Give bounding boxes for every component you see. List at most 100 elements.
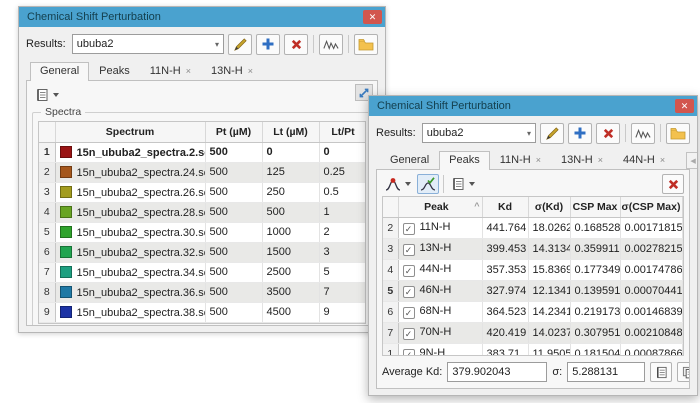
kd-cell[interactable]: 441.764: [482, 217, 528, 238]
csp-max-cell[interactable]: 0.168528: [570, 217, 620, 238]
row-header[interactable]: 2: [39, 162, 55, 182]
ltpt-cell[interactable]: 1: [319, 202, 366, 222]
sigma-csp-max-cell[interactable]: 0.00146839: [620, 301, 682, 322]
pt-cell[interactable]: 500: [205, 202, 262, 222]
col-peak[interactable]: Peak^: [398, 197, 482, 217]
sigma-kd-cell[interactable]: 14.0237: [528, 322, 570, 343]
sigma-kd-cell[interactable]: 14.3134: [528, 238, 570, 259]
table-row[interactable]: 7 15n_ububa2_spectra.34.ser 500 2500 5: [39, 262, 366, 282]
lt-cell[interactable]: 4500: [262, 302, 319, 322]
pt-cell[interactable]: 500: [205, 242, 262, 262]
table-row[interactable]: 7 ✓70N-H 420.419 14.0237 0.307951 0.0021…: [383, 322, 683, 343]
col-pt[interactable]: Pt (µM): [205, 122, 262, 142]
tab-close-icon[interactable]: ×: [536, 155, 541, 165]
ltpt-cell[interactable]: 2: [319, 222, 366, 242]
sigma-kd-cell[interactable]: 11.9505: [528, 343, 570, 356]
peak-checkbox[interactable]: ✓: [403, 244, 415, 256]
pt-cell[interactable]: 500: [205, 262, 262, 282]
tab-close-icon[interactable]: ×: [598, 155, 603, 165]
ltpt-cell[interactable]: 0.25: [319, 162, 366, 182]
col-spectrum[interactable]: Spectrum: [55, 122, 205, 142]
table-row[interactable]: 6 ✓68N-H 364.523 14.2341 0.219173 0.0014…: [383, 301, 683, 322]
peak-checkbox[interactable]: ✓: [403, 286, 415, 298]
table-row[interactable]: 4 15n_ububa2_spectra.28.ser 500 500 1: [39, 202, 366, 222]
peak-checkbox[interactable]: ✓: [403, 265, 415, 277]
row-header[interactable]: 7: [383, 322, 398, 343]
average-kd-field[interactable]: [447, 362, 547, 382]
kd-cell[interactable]: 357.353: [482, 259, 528, 280]
titlebar[interactable]: Chemical Shift Perturbation ✕: [369, 96, 697, 116]
csp-max-cell[interactable]: 0.359911: [570, 238, 620, 259]
peak-checkbox[interactable]: ✓: [403, 349, 415, 357]
pt-cell[interactable]: 500: [205, 182, 262, 202]
show-spectra-button[interactable]: [631, 123, 655, 144]
add-results-button[interactable]: [256, 34, 280, 55]
ltpt-cell[interactable]: 3: [319, 242, 366, 262]
col-csp-max[interactable]: CSP Max: [570, 197, 620, 217]
csp-max-cell[interactable]: 0.181504: [570, 343, 620, 356]
lt-cell[interactable]: 1000: [262, 222, 319, 242]
ltpt-cell[interactable]: 7: [319, 282, 366, 302]
delete-results-button[interactable]: [284, 34, 308, 55]
table-row[interactable]: 2 15n_ububa2_spectra.24.ser 500 125 0.25: [39, 162, 366, 182]
tab-46n-h[interactable]: 46N: [675, 151, 686, 169]
row-header[interactable]: 3: [383, 238, 398, 259]
export-list-button[interactable]: [650, 362, 672, 382]
tab-11n-h[interactable]: 11N-H ×: [140, 62, 201, 80]
copy-table-button[interactable]: [677, 362, 690, 382]
lt-cell[interactable]: 250: [262, 182, 319, 202]
sigma-kd-cell[interactable]: 18.0262: [528, 217, 570, 238]
show-spectra-button[interactable]: [319, 34, 343, 55]
tab-general[interactable]: General: [30, 62, 89, 81]
table-row[interactable]: 6 15n_ububa2_spectra.32.ser 500 1500 3: [39, 242, 366, 262]
pt-cell[interactable]: 500: [205, 302, 262, 322]
kd-cell[interactable]: 383.71: [482, 343, 528, 356]
row-header[interactable]: 7: [39, 262, 55, 282]
lt-cell[interactable]: 3500: [262, 282, 319, 302]
tab-close-icon[interactable]: ×: [186, 66, 191, 76]
csp-max-cell[interactable]: 0.139591: [570, 280, 620, 301]
tab-13n-h[interactable]: 13N-H ×: [201, 62, 263, 80]
sigma-csp-max-cell[interactable]: 0.00278215: [620, 238, 682, 259]
fit-peaks-button[interactable]: [417, 174, 439, 194]
ltpt-cell[interactable]: 9: [319, 302, 366, 322]
lt-cell[interactable]: 500: [262, 202, 319, 222]
csp-max-cell[interactable]: 0.307951: [570, 322, 620, 343]
csp-max-cell[interactable]: 0.219173: [570, 301, 620, 322]
kd-cell[interactable]: 420.419: [482, 322, 528, 343]
table-row[interactable]: 3 ✓13N-H 399.453 14.3134 0.359911 0.0027…: [383, 238, 683, 259]
results-combobox[interactable]: ububa2 ▾: [72, 34, 224, 54]
pick-peaks-menu-button[interactable]: [382, 174, 414, 194]
kd-cell[interactable]: 327.974: [482, 280, 528, 301]
tab-13n-h[interactable]: 13N-H ×: [551, 151, 613, 169]
tab-11n-h[interactable]: 11N-H ×: [490, 151, 551, 169]
ltpt-cell[interactable]: 0: [319, 142, 366, 162]
col-lt[interactable]: Lt (µM): [262, 122, 319, 142]
window-close-button[interactable]: ✕: [363, 10, 382, 24]
ltpt-cell[interactable]: 0.5: [319, 182, 366, 202]
col-ltpt[interactable]: Lt/Pt: [319, 122, 366, 142]
csp-max-cell[interactable]: 0.177349: [570, 259, 620, 280]
row-header[interactable]: 1: [39, 142, 55, 162]
row-header[interactable]: 4: [383, 259, 398, 280]
row-header[interactable]: 3: [39, 182, 55, 202]
pt-cell[interactable]: 500: [205, 222, 262, 242]
tab-peaks[interactable]: Peaks: [89, 62, 140, 80]
sigma-field[interactable]: [567, 362, 645, 382]
row-header[interactable]: 8: [39, 282, 55, 302]
table-row[interactable]: 4 ✓44N-H 357.353 15.8369 0.177349 0.0017…: [383, 259, 683, 280]
open-folder-button[interactable]: [666, 123, 690, 144]
rename-results-button[interactable]: [540, 123, 564, 144]
table-row[interactable]: 2 ✓11N-H 441.764 18.0262 0.168528 0.0017…: [383, 217, 683, 238]
ltpt-cell[interactable]: 5: [319, 262, 366, 282]
table-row[interactable]: 8 15n_ububa2_spectra.36.ser 500 3500 7: [39, 282, 366, 302]
col-kd[interactable]: Kd: [482, 197, 528, 217]
table-row-selected[interactable]: 5 ✓46N-H 327.974 12.1341 0.139591 0.0007…: [383, 280, 683, 301]
remove-peak-button[interactable]: [662, 174, 684, 194]
delete-results-button[interactable]: [596, 123, 620, 144]
pt-cell[interactable]: 500: [205, 142, 262, 162]
row-header[interactable]: 2: [383, 217, 398, 238]
lt-cell[interactable]: 125: [262, 162, 319, 182]
lt-cell[interactable]: 2500: [262, 262, 319, 282]
peak-checkbox[interactable]: ✓: [403, 307, 415, 319]
